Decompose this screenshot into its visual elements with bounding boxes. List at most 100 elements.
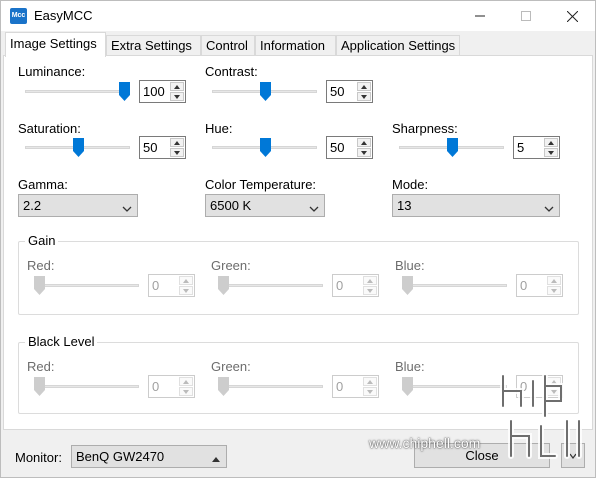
- tab-control[interactable]: Control: [201, 35, 255, 56]
- gain-blue-value[interactable]: 0: [520, 278, 527, 293]
- contrast-label: Contrast:: [205, 64, 258, 79]
- spin-up-icon[interactable]: [179, 276, 193, 285]
- luminance-slider[interactable]: [25, 82, 130, 102]
- monitor-value: BenQ GW2470: [76, 449, 165, 464]
- spin-up-icon[interactable]: [170, 138, 184, 147]
- spin-up-icon[interactable]: [179, 377, 193, 386]
- close-window-button[interactable]: [549, 1, 595, 31]
- tab-information[interactable]: Information: [255, 35, 336, 56]
- gain-red-slider[interactable]: [34, 276, 139, 296]
- gain-green-slider[interactable]: [218, 276, 323, 296]
- slider-thumb[interactable]: [34, 377, 45, 396]
- sharpness-value[interactable]: 5: [517, 140, 524, 155]
- black-level-red-label: Red:: [27, 359, 55, 374]
- slider-thumb[interactable]: [446, 138, 458, 157]
- hue-value[interactable]: 50: [330, 140, 344, 155]
- slider-thumb[interactable]: [218, 276, 229, 295]
- gamma-label: Gamma:: [18, 177, 68, 192]
- maximize-icon: [521, 11, 531, 21]
- monitor-dropdown[interactable]: BenQ GW2470: [71, 445, 227, 468]
- spin-up-icon[interactable]: [547, 377, 561, 386]
- chevron-up-icon: [211, 452, 221, 467]
- gain-green-value[interactable]: 0: [336, 278, 343, 293]
- luminance-value[interactable]: 100: [143, 84, 165, 99]
- spin-down-icon[interactable]: [547, 286, 561, 295]
- slider-thumb[interactable]: [259, 138, 271, 157]
- black-level-red-value[interactable]: 0: [152, 379, 159, 394]
- chevron-icon: [569, 448, 577, 463]
- gamma-dropdown[interactable]: 2.2: [18, 194, 138, 217]
- spin-up-icon[interactable]: [544, 138, 558, 147]
- hue-label: Hue:: [205, 121, 233, 136]
- overflow-button[interactable]: [561, 443, 585, 468]
- black-level-blue-label: Blue:: [395, 359, 425, 374]
- mode-value: 13: [397, 198, 412, 213]
- gain-green-spinbox[interactable]: 0: [332, 274, 379, 297]
- title-bar: Mcc EasyMCC: [1, 1, 595, 31]
- spin-down-icon[interactable]: [357, 148, 371, 157]
- black-level-blue-slider[interactable]: [402, 377, 507, 397]
- mode-dropdown[interactable]: 13: [392, 194, 560, 217]
- spin-down-icon[interactable]: [170, 148, 184, 157]
- maximize-button[interactable]: [503, 1, 549, 31]
- tab-image-settings[interactable]: Image Settings: [5, 32, 106, 57]
- app-window: Mcc EasyMCC Image Settings Extra Setting…: [0, 0, 596, 478]
- tab-application-settings[interactable]: Application Settings: [336, 35, 460, 56]
- slider-thumb[interactable]: [72, 138, 84, 157]
- spin-up-icon[interactable]: [357, 138, 371, 147]
- slider-thumb[interactable]: [402, 377, 413, 396]
- spin-down-icon[interactable]: [363, 387, 377, 396]
- contrast-spinbox[interactable]: 50: [326, 80, 373, 103]
- black-level-red-spinbox[interactable]: 0: [148, 375, 195, 398]
- spin-up-icon[interactable]: [547, 276, 561, 285]
- hue-slider[interactable]: [212, 138, 317, 158]
- spin-up-icon[interactable]: [170, 82, 184, 91]
- spin-down-icon[interactable]: [179, 286, 193, 295]
- contrast-value[interactable]: 50: [330, 84, 344, 99]
- slider-thumb[interactable]: [402, 276, 413, 295]
- spin-down-icon[interactable]: [357, 92, 371, 101]
- color-temperature-dropdown[interactable]: 6500 K: [205, 194, 325, 217]
- luminance-label: Luminance:: [18, 64, 86, 79]
- black-level-green-slider[interactable]: [218, 377, 323, 397]
- gain-red-spinbox[interactable]: 0: [148, 274, 195, 297]
- spin-down-icon[interactable]: [544, 148, 558, 157]
- hue-spinbox[interactable]: 50: [326, 136, 373, 159]
- gain-blue-label: Blue:: [395, 258, 425, 273]
- slider-thumb[interactable]: [34, 276, 45, 295]
- gain-blue-spinbox[interactable]: 0: [516, 274, 563, 297]
- black-level-green-spinbox[interactable]: 0: [332, 375, 379, 398]
- slider-thumb[interactable]: [259, 82, 271, 101]
- spin-up-icon[interactable]: [363, 276, 377, 285]
- close-button[interactable]: Close: [414, 443, 550, 468]
- mode-label: Mode:: [392, 177, 429, 192]
- black-level-red-slider[interactable]: [34, 377, 139, 397]
- minimize-button[interactable]: [457, 1, 503, 31]
- spin-up-icon[interactable]: [357, 82, 371, 91]
- spin-down-icon[interactable]: [170, 92, 184, 101]
- black-level-blue-spinbox[interactable]: 0: [516, 375, 563, 398]
- sharpness-label: Sharpness:: [392, 121, 458, 136]
- sharpness-spinbox[interactable]: 5: [513, 136, 560, 159]
- gain-red-value[interactable]: 0: [152, 278, 159, 293]
- saturation-value[interactable]: 50: [143, 140, 157, 155]
- slider-thumb[interactable]: [218, 377, 229, 396]
- contrast-slider[interactable]: [212, 82, 317, 102]
- saturation-spinbox[interactable]: 50: [139, 136, 186, 159]
- spin-up-icon[interactable]: [363, 377, 377, 386]
- black-level-green-value[interactable]: 0: [336, 379, 343, 394]
- minimize-icon: [475, 11, 485, 21]
- gain-red-label: Red:: [27, 258, 55, 273]
- black-level-blue-value[interactable]: 0: [520, 379, 527, 394]
- slider-thumb[interactable]: [119, 82, 130, 101]
- sharpness-slider[interactable]: [399, 138, 504, 158]
- tab-extra-settings[interactable]: Extra Settings: [106, 35, 201, 56]
- color-temperature-label: Color Temperature:: [205, 177, 317, 192]
- spin-down-icon[interactable]: [363, 286, 377, 295]
- chevron-down-icon: [122, 201, 132, 216]
- spin-down-icon[interactable]: [179, 387, 193, 396]
- gain-blue-slider[interactable]: [402, 276, 507, 296]
- spin-down-icon[interactable]: [547, 387, 561, 396]
- saturation-slider[interactable]: [25, 138, 130, 158]
- luminance-spinbox[interactable]: 100: [139, 80, 186, 103]
